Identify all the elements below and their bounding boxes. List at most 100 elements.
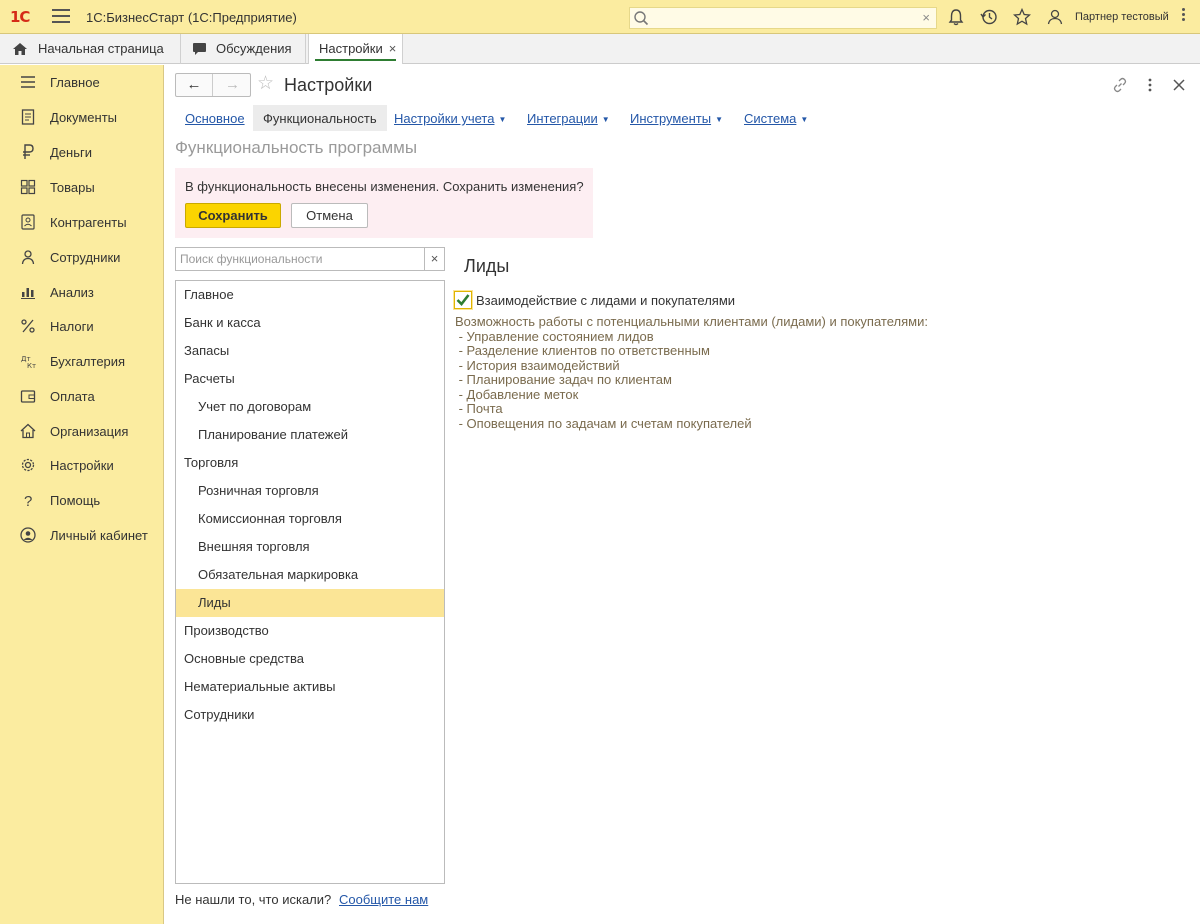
tree-item[interactable]: Планирование платежей <box>176 421 444 449</box>
sidebar-item-settings[interactable]: Настройки <box>0 450 164 480</box>
close-tab-icon[interactable]: × <box>389 41 397 56</box>
tree-item[interactable]: Банк и касса <box>176 309 444 337</box>
description-line: - Разделение клиентов по ответственным <box>455 343 710 358</box>
tree-item[interactable]: Внешняя торговля <box>176 533 444 561</box>
feedback-link[interactable]: Сообщите нам <box>339 892 428 907</box>
link-icon[interactable] <box>1112 77 1128 93</box>
description-line: - Добавление меток <box>455 386 579 402</box>
main-menu-icon[interactable] <box>52 9 70 25</box>
checkbox-label[interactable]: Взаимодействие с лидами и покупателями <box>476 293 735 308</box>
nav-link-main[interactable]: Основное <box>175 105 255 131</box>
tree-item[interactable]: Торговля <box>176 449 444 477</box>
user-icon[interactable] <box>1046 8 1064 26</box>
tree-item[interactable]: Розничная торговля <box>176 477 444 505</box>
nav-link-integrations[interactable]: Интеграции ▼ <box>517 105 620 131</box>
sidebar-item-money[interactable]: Деньги <box>0 137 164 167</box>
tree-item[interactable]: Основные средства <box>176 645 444 673</box>
cancel-button[interactable]: Отмена <box>291 203 368 228</box>
tab-bar: Начальная страница Обсуждения Настройки × <box>0 34 1200 64</box>
sidebar-item-label: Товары <box>50 180 95 195</box>
nav-link-accounting-settings[interactable]: Настройки учета ▼ <box>384 105 516 131</box>
search-icon <box>634 11 649 26</box>
tree-item[interactable]: Обязательная маркировка <box>176 561 444 589</box>
nav-link-tools[interactable]: Инструменты ▼ <box>620 105 733 131</box>
nav-link-system[interactable]: Система ▼ <box>734 105 818 131</box>
sidebar-item-label: Анализ <box>50 285 94 300</box>
close-form-icon[interactable] <box>1171 77 1187 93</box>
sidebar-item-documents[interactable]: Документы <box>0 102 164 132</box>
sidebar-item-counterparties[interactable]: Контрагенты <box>0 207 164 237</box>
tab-home[interactable]: Начальная страница <box>0 34 181 64</box>
functionality-search-input[interactable]: Поиск функциональности × <box>175 247 445 271</box>
sidebar-item-employees[interactable]: Сотрудники <box>0 242 164 272</box>
sidebar-item-label: Настройки <box>50 458 114 473</box>
description-line: - История взаимодействий <box>455 357 620 373</box>
leads-interaction-checkbox[interactable] <box>454 291 472 309</box>
form-subtitle: Функциональность программы <box>175 138 418 157</box>
wallet-icon <box>20 390 36 403</box>
sidebar-item-label: Личный кабинет <box>50 528 148 543</box>
tab-label: Начальная страница <box>38 41 164 56</box>
tab-label: Обсуждения <box>216 41 292 56</box>
title-bar: 1С 1С:БизнесСтарт (1С:Предприятие) × Пар… <box>0 0 1200 34</box>
sidebar-item-main[interactable]: Главное <box>0 67 164 97</box>
tree-item[interactable]: Сотрудники <box>176 701 444 729</box>
sidebar-item-goods[interactable]: Товары <box>0 172 164 202</box>
back-button[interactable]: ← <box>176 74 213 96</box>
settings-form: ← → ☆ Настройки Основное Функциональност… <box>165 65 1200 924</box>
question-icon: ? <box>24 493 32 508</box>
global-search-input[interactable]: × <box>629 7 937 29</box>
tab-label: Настройки <box>319 41 383 56</box>
sidebar-item-help[interactable]: ? Помощь <box>0 485 164 515</box>
tab-discussions[interactable]: Обсуждения <box>181 34 306 64</box>
nav-link-label: Настройки учета <box>394 111 495 126</box>
sidebar-item-analysis[interactable]: Анализ <box>0 277 164 307</box>
tree-item-selected[interactable]: Лиды <box>176 589 444 617</box>
sidebar-item-payment[interactable]: Оплата <box>0 381 164 411</box>
gear-icon <box>21 458 35 472</box>
tree-item[interactable]: Комиссионная торговля <box>176 505 444 533</box>
section-description: Возможность работы с потенциальными клие… <box>455 314 928 431</box>
sidebar-item-account[interactable]: Личный кабинет <box>0 520 164 550</box>
clear-search-icon[interactable]: × <box>922 10 930 25</box>
account-circle-icon <box>20 527 36 543</box>
chat-icon <box>193 43 206 55</box>
checkmark-icon <box>456 294 470 306</box>
sidebar-item-accounting[interactable]: Дт Кт Бухгалтерия <box>0 346 164 376</box>
user-name[interactable]: Партнер тестовый <box>1075 11 1169 23</box>
tree-item[interactable]: Нематериальные активы <box>176 673 444 701</box>
bell-icon[interactable] <box>947 8 965 26</box>
more-menu-icon[interactable] <box>1180 6 1186 28</box>
sidebar-item-label: Документы <box>50 110 118 125</box>
nav-link-functionality[interactable]: Функциональность <box>253 105 387 131</box>
boxes-icon <box>20 179 36 195</box>
building-icon <box>20 423 36 439</box>
favorite-star-icon[interactable]: ☆ <box>257 74 274 94</box>
ruble-icon <box>23 144 34 159</box>
app-logo[interactable]: 1С <box>10 8 30 26</box>
more-actions-icon[interactable] <box>1142 77 1158 93</box>
clear-search-button[interactable]: × <box>424 248 444 270</box>
tree-item[interactable]: Расчеты <box>176 365 444 393</box>
app-title: 1С:БизнесСтарт (1С:Предприятие) <box>86 10 297 25</box>
history-icon[interactable] <box>980 8 998 26</box>
favorites-star-icon[interactable] <box>1013 8 1031 26</box>
description-line: - Оповещения по задачам и счетам покупат… <box>455 415 752 431</box>
tab-settings[interactable]: Настройки × <box>308 34 403 64</box>
description-line: - Управление состоянием лидов <box>455 328 654 344</box>
tree-item[interactable]: Учет по договорам <box>176 393 444 421</box>
nav-link-label: Система <box>744 111 797 126</box>
tree-item[interactable]: Производство <box>176 617 444 645</box>
svg-text:?: ? <box>24 493 32 508</box>
tree-item[interactable]: Главное <box>176 281 444 309</box>
person-icon <box>21 250 35 265</box>
sidebar-item-organization[interactable]: Организация <box>0 416 164 446</box>
chevron-down-icon: ▼ <box>800 115 809 125</box>
feedback-question: Не нашли то, что искали? <box>175 892 332 907</box>
description-line: - Почта <box>455 401 503 416</box>
forward-button[interactable]: → <box>214 74 251 96</box>
tree-item[interactable]: Запасы <box>176 337 444 365</box>
sidebar-item-taxes[interactable]: Налоги <box>0 311 164 341</box>
save-button[interactable]: Сохранить <box>185 203 281 228</box>
page-title: Настройки <box>284 75 373 95</box>
